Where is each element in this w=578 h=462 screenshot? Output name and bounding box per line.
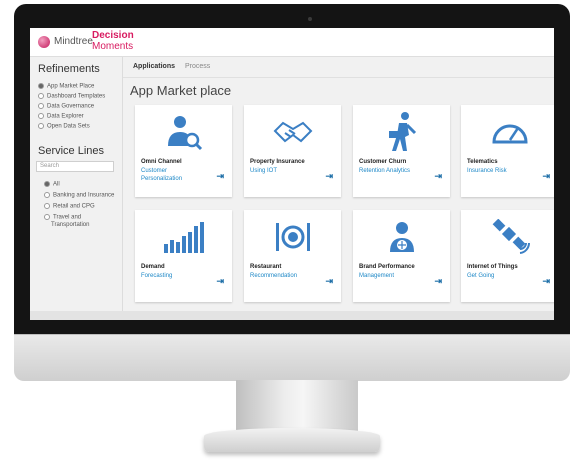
card-title: Restaurant xyxy=(250,264,282,270)
header-bar: Mindtree Decision Moments xyxy=(30,28,554,57)
card-subtitle: Recommendation xyxy=(250,273,298,279)
card-title: Customer Churn xyxy=(359,159,407,165)
refinement-app-market-place[interactable]: App Market Place xyxy=(38,83,94,90)
monitor-chin xyxy=(14,334,570,381)
open-app-icon[interactable]: ⇥ xyxy=(434,171,442,182)
app-card-customer-churn[interactable]: Customer Churn Retention Analytics ⇥ xyxy=(353,105,450,197)
radio-icon xyxy=(38,103,44,109)
radio-icon xyxy=(38,83,44,89)
refinement-label: Data Governance xyxy=(47,103,95,110)
refinement-label: App Market Place xyxy=(47,83,95,90)
refinement-label: Dashboard Templates xyxy=(47,93,106,100)
card-title: Telematics xyxy=(467,159,498,165)
card-subtitle: Customer Personalization xyxy=(141,168,183,182)
radio-icon xyxy=(38,113,44,119)
app-card-omni-channel[interactable]: Omni Channel Customer Personalization ⇥ xyxy=(135,105,232,197)
page-title: App Market place xyxy=(130,83,232,98)
person-search-icon xyxy=(135,109,232,155)
refinement-data-explorer[interactable]: Data Explorer xyxy=(38,113,84,120)
logo-brand: Mindtree xyxy=(54,36,93,47)
card-title: Brand Performance xyxy=(359,264,415,270)
card-title: Internet of Things xyxy=(467,264,518,270)
card-subtitle: Using IOT xyxy=(250,168,278,174)
radio-icon xyxy=(38,123,44,129)
tab-process[interactable]: Process xyxy=(185,63,210,70)
speedometer-icon xyxy=(461,109,554,155)
app-card-telematics[interactable]: Telematics Insurance Risk ⇥ xyxy=(461,105,554,197)
card-subtitle: Get Going xyxy=(467,273,495,279)
card-title: Demand xyxy=(141,264,165,270)
satellite-icon xyxy=(461,214,554,260)
refinement-dashboard-templates[interactable]: Dashboard Templates xyxy=(38,93,105,100)
service-line-travel[interactable]: Travel and xyxy=(44,214,81,221)
app-card-property-insurance[interactable]: Property Insurance Using IOT ⇥ xyxy=(244,105,341,197)
logo-product-line1: Decision xyxy=(92,30,134,41)
app-card-restaurant[interactable]: Restaurant Recommendation ⇥ xyxy=(244,210,341,302)
app-screen: Mindtree Decision Moments Refinements Ap… xyxy=(30,28,554,320)
app-card-internet-of-things[interactable]: Internet of Things Get Going ⇥ xyxy=(461,210,554,302)
monitor-stand-neck xyxy=(236,380,358,432)
plate-cutlery-icon xyxy=(244,214,341,260)
card-subtitle: Insurance Risk xyxy=(467,168,507,174)
open-app-icon[interactable]: ⇥ xyxy=(325,276,333,287)
card-subtitle: Retention Analytics xyxy=(359,168,411,174)
radio-icon xyxy=(44,203,50,209)
refinement-label: Data Explorer xyxy=(47,113,84,120)
refinement-data-governance[interactable]: Data Governance xyxy=(38,103,94,110)
screen-bottom-strip xyxy=(30,311,554,320)
service-line-label: Travel and xyxy=(53,214,82,221)
monitor-stand-base xyxy=(204,428,380,452)
service-lines-heading: Service Lines xyxy=(38,145,105,157)
bar-chart-icon xyxy=(135,214,232,260)
service-line-banking[interactable]: Banking and Insurance xyxy=(44,192,114,199)
tab-applications[interactable]: Applications xyxy=(133,63,175,70)
sidebar: Refinements App Market Place Dashboard T… xyxy=(30,57,123,311)
card-subtitle: Forecasting xyxy=(141,273,173,279)
service-line-label: All xyxy=(53,181,60,188)
open-app-icon[interactable]: ⇥ xyxy=(434,276,442,287)
refinement-open-data-sets[interactable]: Open Data Sets xyxy=(38,123,90,130)
service-line-travel-line2: Transportation xyxy=(51,222,90,228)
mindtree-logo-icon xyxy=(38,36,50,48)
open-app-icon[interactable]: ⇥ xyxy=(216,171,224,182)
logo-product-line2: Moments xyxy=(92,41,134,52)
radio-icon xyxy=(38,93,44,99)
handshake-icon xyxy=(244,109,341,155)
card-title: Property Insurance xyxy=(250,159,305,165)
refinement-label: Open Data Sets xyxy=(47,123,90,130)
radio-icon xyxy=(44,214,50,220)
service-line-label: Banking and Insurance xyxy=(53,192,115,199)
search-input[interactable]: Search xyxy=(36,161,114,172)
card-title: Omni Channel xyxy=(141,159,182,165)
service-line-retail[interactable]: Retail and CPG xyxy=(44,203,95,210)
open-app-icon[interactable]: ⇥ xyxy=(325,171,333,182)
camera-dot xyxy=(308,17,312,21)
radio-icon xyxy=(44,181,50,187)
walking-person-icon xyxy=(353,109,450,155)
tab-bar: Applications Process xyxy=(123,57,554,78)
radio-icon xyxy=(44,192,50,198)
service-line-label: Retail and CPG xyxy=(53,203,95,210)
refinements-heading: Refinements xyxy=(38,63,100,75)
person-globe-icon xyxy=(353,214,450,260)
open-app-icon[interactable]: ⇥ xyxy=(216,276,224,287)
app-card-brand-performance[interactable]: Brand Performance Management ⇥ xyxy=(353,210,450,302)
open-app-icon[interactable]: ⇥ xyxy=(542,171,550,182)
card-subtitle: Management xyxy=(359,273,395,279)
app-card-demand[interactable]: Demand Forecasting ⇥ xyxy=(135,210,232,302)
open-app-icon[interactable]: ⇥ xyxy=(542,276,550,287)
service-line-all[interactable]: All xyxy=(44,181,60,188)
